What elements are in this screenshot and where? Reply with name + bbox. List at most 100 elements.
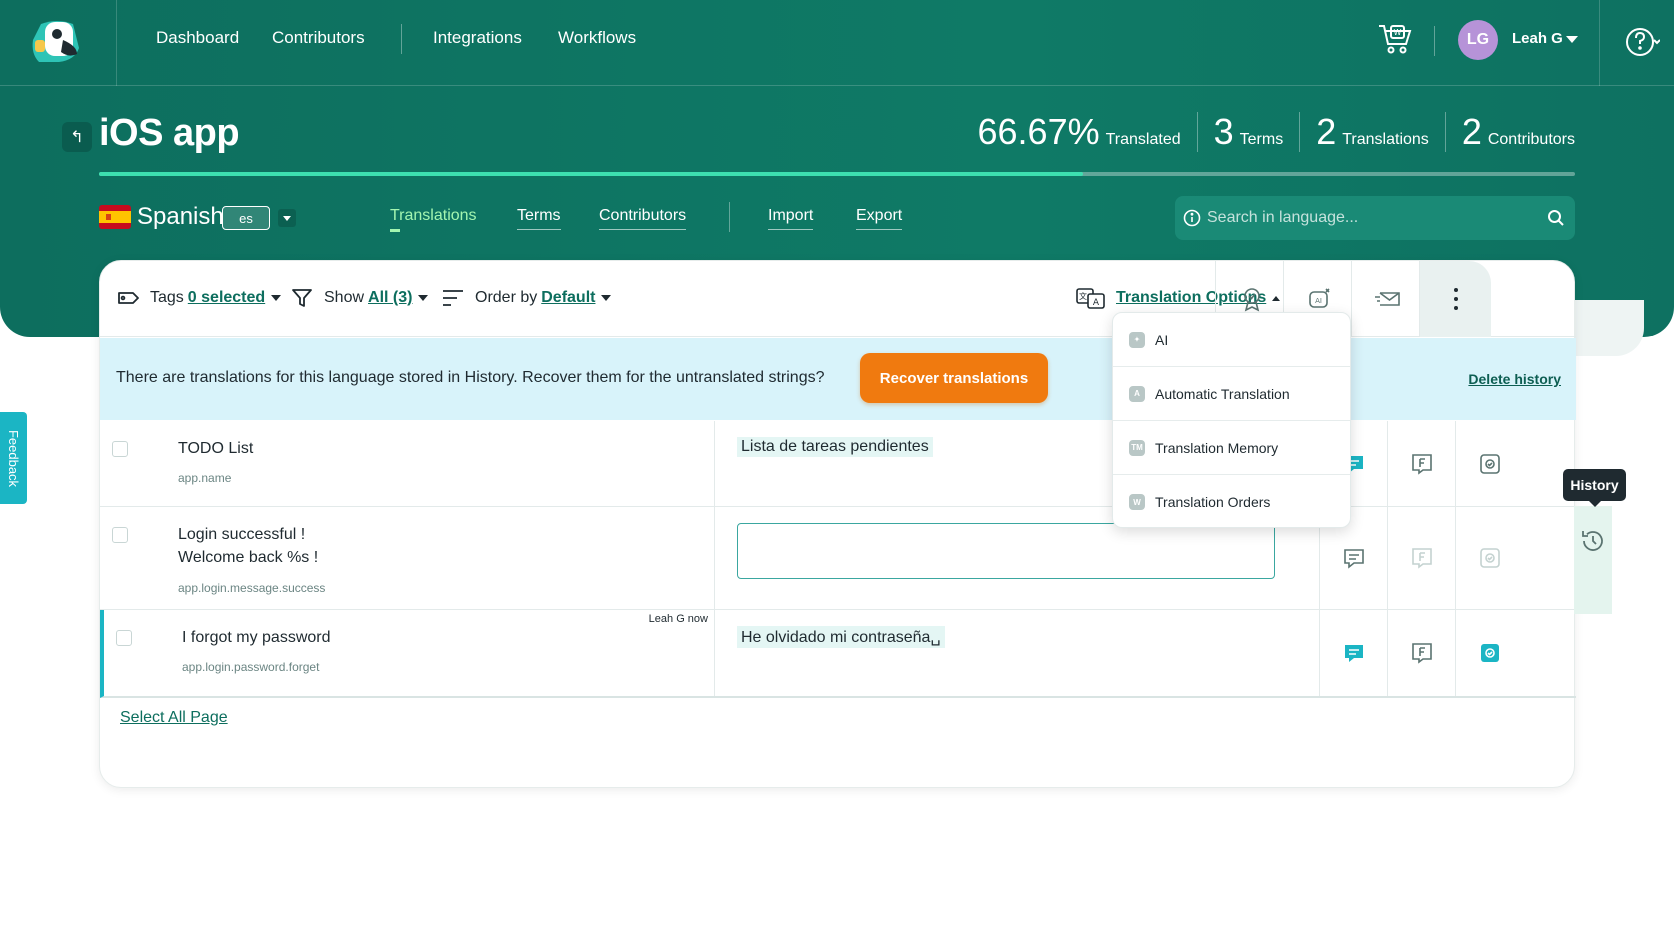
term-text: I forgot my password (182, 629, 331, 646)
translation-text[interactable]: He olvidado mi contraseña␣ (737, 626, 945, 648)
menu-item-translation-orders[interactable]: W Translation Orders (1113, 475, 1350, 529)
menu-item-translation-memory[interactable]: TM Translation Memory (1113, 421, 1350, 475)
fuzzy-button[interactable] (1387, 610, 1455, 696)
logo-container[interactable] (0, 0, 117, 86)
sort-icon (443, 290, 463, 306)
tab-export[interactable]: Export (856, 207, 903, 230)
history-icon[interactable] (1580, 528, 1606, 554)
nav-workflows[interactable]: Workflows (558, 28, 636, 48)
menu-item-automatic-translation[interactable]: A Automatic Translation (1113, 367, 1350, 421)
nav-integrations[interactable]: Integrations (433, 28, 522, 48)
show-value[interactable]: All (3) (368, 289, 412, 307)
term-key: app.login.message.success (178, 581, 326, 595)
language-dropdown-button[interactable] (278, 209, 296, 227)
tags-value[interactable]: 0 selected (188, 289, 265, 307)
stat-translations: 2 Translations (1299, 112, 1445, 152)
order-value[interactable]: Default (541, 289, 595, 307)
badge-icon (1243, 288, 1260, 312)
stat-label: Translations (1342, 131, 1429, 148)
search-input[interactable] (1207, 196, 1537, 240)
spain-flag-icon (99, 205, 131, 229)
order-by-filter[interactable]: Order by Default (441, 287, 612, 309)
ai-icon: ✦ (1129, 331, 1145, 348)
language-code-badge: es (222, 206, 270, 230)
info-icon[interactable] (1183, 209, 1201, 227)
stat-terms: 3 Terms (1196, 111, 1300, 152)
order-label: Order by (475, 289, 538, 306)
progress-fill (99, 172, 1084, 176)
show-label: Show (324, 289, 365, 306)
logo-icon (32, 21, 79, 62)
menu-item-label: AI (1155, 331, 1169, 348)
avatar[interactable]: LG (1458, 20, 1498, 60)
tab-import[interactable]: Import (768, 207, 814, 230)
proofread-toggle[interactable] (1455, 507, 1523, 609)
banner-text: There are translations for this language… (116, 369, 825, 386)
show-filter[interactable]: Show All (3) (290, 287, 429, 309)
proofread-toggle[interactable] (1455, 610, 1523, 696)
row-checkbox[interactable] (116, 630, 132, 646)
tags-label: Tags (150, 289, 184, 306)
fuzzy-button[interactable] (1387, 421, 1455, 506)
user-name[interactable]: Leah G (1512, 30, 1563, 47)
history-tooltip: History (1563, 469, 1626, 507)
source-cell: Login successful ! Welcome back %s ! app… (100, 507, 715, 609)
nav-contributors[interactable]: Contributors (272, 28, 365, 48)
stat-label: Translated (1105, 131, 1181, 148)
nav-dashboard[interactable]: Dashboard (156, 28, 239, 48)
send-button[interactable] (1351, 261, 1423, 337)
recover-translations-button[interactable]: Recover translations (860, 353, 1048, 403)
comment-icon (1343, 549, 1364, 569)
help-menu[interactable] (1599, 0, 1674, 86)
tags-filter[interactable]: Tags 0 selected (116, 287, 282, 309)
progress-bar (99, 172, 1575, 176)
source-cell: TODO List app.name (100, 421, 715, 506)
stat-label: Terms (1239, 131, 1284, 148)
row-checkbox[interactable] (112, 441, 128, 457)
term-line: Login successful ! (178, 526, 306, 543)
tabs-divider (729, 202, 730, 232)
fuzzy-icon (1411, 643, 1432, 664)
feedback-label: Feedback (6, 429, 21, 487)
feedback-tab[interactable]: Feedback (0, 412, 27, 504)
translation-cell[interactable]: He olvidado mi contraseña␣ (715, 610, 1319, 696)
search-icon[interactable] (1547, 209, 1565, 227)
page-title: iOS app (99, 112, 240, 154)
tab-terms[interactable]: Terms (517, 207, 561, 230)
menu-item-label: Automatic Translation (1155, 385, 1290, 402)
language-name[interactable]: Spanish (137, 203, 224, 231)
chevron-down-icon[interactable] (1566, 36, 1578, 43)
auto-translate-icon: AI (1308, 288, 1330, 308)
stat-value: 3 (1213, 111, 1234, 152)
tag-icon (118, 292, 139, 304)
translation-textarea[interactable] (737, 523, 1275, 579)
translation-orders-icon: W (1129, 494, 1145, 510)
cart-icon[interactable]: W (1377, 22, 1413, 56)
back-button[interactable]: ↰ (62, 122, 92, 152)
term-key: app.name (178, 471, 232, 485)
menu-item-ai[interactable]: ✦ AI (1113, 313, 1350, 367)
tab-translations[interactable]: Translations (390, 207, 477, 232)
translation-text[interactable]: Lista de tareas pendientes (737, 437, 933, 457)
comment-button[interactable] (1319, 610, 1387, 696)
stat-value: 2 (1316, 111, 1337, 152)
user-divider (1434, 26, 1435, 56)
row-checkbox[interactable] (112, 527, 128, 543)
filter-icon (292, 289, 312, 307)
proofread-icon (1479, 453, 1500, 474)
proofread-toggle[interactable] (1455, 421, 1523, 506)
proofread-icon (1479, 548, 1500, 568)
nav-divider (401, 24, 402, 54)
more-options-button[interactable] (1419, 261, 1491, 337)
fuzzy-button[interactable] (1387, 507, 1455, 609)
history-banner: There are translations for this language… (100, 338, 1576, 420)
select-all-page-link[interactable]: Select All Page (120, 709, 228, 727)
project-stats: 66.67% Translated 3 Terms 2 Translations… (978, 112, 1575, 152)
tab-contributors[interactable]: Contributors (599, 207, 687, 230)
source-cell: I forgot my password app.login.password.… (104, 610, 715, 696)
delete-history-link[interactable]: Delete history (1468, 371, 1561, 387)
stat-contributors: 2 Contributors (1444, 112, 1575, 152)
stat-label: Contributors (1487, 131, 1575, 148)
table-row: I forgot my password app.login.password.… (100, 610, 1576, 698)
comment-icon (1344, 645, 1363, 662)
